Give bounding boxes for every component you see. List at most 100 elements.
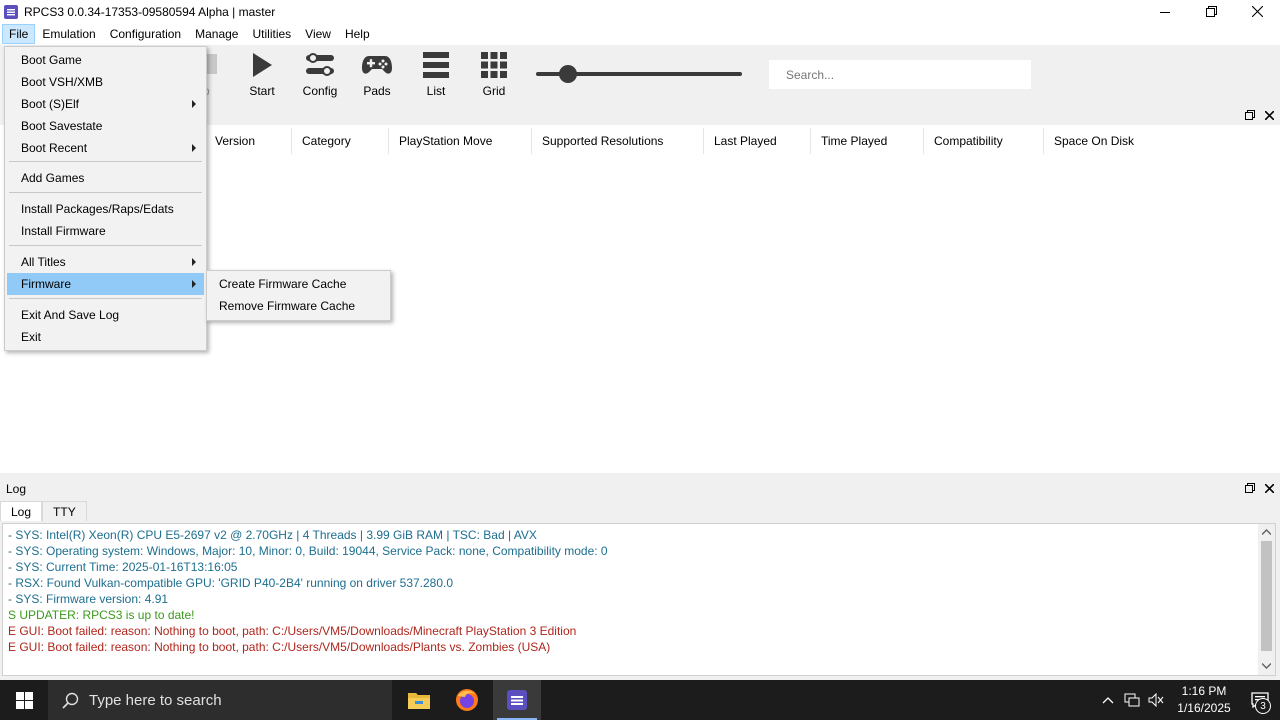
file-menu-dropdown: Boot Game Boot VSH/XMB Boot (S)Elf Boot … — [4, 46, 207, 351]
column-supported-resolutions[interactable]: Supported Resolutions — [534, 128, 704, 154]
column-version[interactable]: Version — [207, 128, 292, 154]
menu-file[interactable]: File — [2, 24, 36, 44]
stop-icon-partial — [207, 54, 217, 74]
column-playstation-move[interactable]: PlayStation Move — [391, 128, 532, 154]
menu-bar: File Emulation Configuration Manage Util… — [0, 23, 1280, 45]
rpcs3-icon — [507, 690, 527, 710]
close-icon — [1251, 6, 1263, 17]
action-center-button[interactable]: 3 — [1240, 680, 1280, 720]
game-list-dock-buttons — [1245, 105, 1274, 125]
chevron-up-icon — [1102, 697, 1114, 704]
tab-log[interactable]: Log — [0, 501, 43, 521]
menu-item-install-firmware[interactable]: Install Firmware — [7, 220, 204, 242]
config-button[interactable]: Config — [292, 49, 348, 101]
icon-size-slider[interactable] — [536, 62, 742, 86]
maximize-button[interactable] — [1188, 0, 1234, 23]
system-tray: 1:16 PM 1/16/2025 3 — [1096, 680, 1280, 720]
column-time-played[interactable]: Time Played — [813, 128, 924, 154]
menu-utilities[interactable]: Utilities — [245, 24, 298, 44]
taskbar-firefox[interactable] — [443, 680, 491, 720]
pads-button-label: Pads — [363, 84, 391, 98]
gamepad-icon — [361, 49, 393, 81]
close-dock-icon[interactable] — [1265, 110, 1274, 120]
menu-separator — [9, 245, 202, 246]
menu-item-label: Firmware — [21, 277, 71, 291]
clock-date: 1/16/2025 — [1177, 701, 1231, 715]
menu-item-install-packages[interactable]: Install Packages/Raps/Edats — [7, 198, 204, 220]
window-title: RPCS3 0.0.34-17353-09580594 Alpha | mast… — [24, 4, 276, 19]
menu-item-label: Boot Game — [21, 53, 82, 67]
menu-manage[interactable]: Manage — [188, 24, 245, 44]
minimize-icon — [1160, 11, 1170, 13]
slider-thumb[interactable] — [558, 65, 577, 83]
menu-item-label: Install Packages/Raps/Edats — [21, 202, 174, 216]
log-line: - SYS: Operating system: Windows, Major:… — [8, 544, 608, 558]
menu-help[interactable]: Help — [338, 24, 377, 44]
menu-item-label: Create Firmware Cache — [219, 277, 347, 291]
pads-button[interactable]: Pads — [349, 49, 405, 101]
tray-network-button[interactable] — [1120, 680, 1144, 720]
submenu-arrow-icon — [192, 258, 196, 266]
menu-emulation[interactable]: Emulation — [35, 24, 102, 44]
game-search-input[interactable]: Search... — [768, 59, 1032, 90]
menu-item-label: All Titles — [21, 255, 66, 269]
column-compatibility[interactable]: Compatibility — [926, 128, 1044, 154]
menu-item-boot-savestate[interactable]: Boot Savestate — [7, 115, 204, 137]
grid-view-button[interactable]: Grid — [466, 49, 522, 101]
menu-configuration[interactable]: Configuration — [103, 24, 188, 44]
list-view-button[interactable]: List — [408, 49, 464, 101]
close-window-button[interactable] — [1234, 0, 1280, 23]
notification-count-badge: 3 — [1255, 698, 1271, 714]
taskbar-clock[interactable]: 1:16 PM 1/16/2025 — [1168, 683, 1240, 717]
menu-item-all-titles[interactable]: All Titles — [7, 251, 204, 273]
float-dock-icon[interactable] — [1245, 483, 1255, 493]
taskbar-search-box[interactable]: Type here to search — [48, 680, 392, 720]
file-explorer-icon — [408, 693, 430, 709]
menu-item-create-firmware-cache[interactable]: Create Firmware Cache — [209, 273, 388, 295]
start-button-windows[interactable] — [0, 680, 48, 720]
firefox-icon — [456, 689, 478, 711]
network-icon — [1124, 693, 1140, 707]
menu-item-boot-recent[interactable]: Boot Recent — [7, 137, 204, 159]
menu-separator — [9, 298, 202, 299]
menu-view[interactable]: View — [298, 24, 338, 44]
rpcs3-window: RPCS3 0.0.34-17353-09580594 Alpha | mast… — [0, 0, 1280, 720]
menu-item-boot-self[interactable]: Boot (S)Elf — [7, 93, 204, 115]
float-dock-icon[interactable] — [1245, 110, 1255, 120]
log-dock-buttons — [1245, 478, 1274, 498]
scrollbar-thumb[interactable] — [1261, 541, 1272, 651]
menu-item-exit[interactable]: Exit — [7, 326, 204, 348]
scroll-up-icon[interactable] — [1261, 526, 1272, 538]
minimize-button[interactable] — [1142, 0, 1188, 23]
scroll-down-icon[interactable] — [1261, 660, 1272, 672]
maximize-icon — [1205, 6, 1217, 17]
log-output[interactable]: - SYS: Intel(R) Xeon(R) CPU E5-2697 v2 @… — [2, 523, 1276, 676]
tray-volume-button[interactable] — [1144, 680, 1168, 720]
start-button[interactable]: Start — [234, 49, 290, 101]
column-space-on-disk[interactable]: Space On Disk — [1046, 128, 1280, 154]
column-last-played[interactable]: Last Played — [706, 128, 811, 154]
column-category[interactable]: Category — [294, 128, 389, 154]
window-controls — [1142, 0, 1280, 23]
taskbar-file-explorer[interactable] — [395, 680, 443, 720]
menu-item-exit-and-save-log[interactable]: Exit And Save Log — [7, 304, 204, 326]
tray-overflow-button[interactable] — [1096, 680, 1120, 720]
submenu-arrow-icon — [192, 144, 196, 152]
menu-item-label: Boot Recent — [21, 141, 88, 155]
log-lines: - SYS: Intel(R) Xeon(R) CPU E5-2697 v2 @… — [8, 527, 1256, 655]
menu-item-label: Add Games — [21, 171, 85, 185]
menu-item-firmware[interactable]: Firmware — [7, 273, 204, 295]
log-line: - SYS: Intel(R) Xeon(R) CPU E5-2697 v2 @… — [8, 528, 537, 542]
volume-muted-icon — [1148, 693, 1164, 707]
rpcs3-app-icon — [4, 4, 18, 19]
menu-item-label: Boot (S)Elf — [21, 97, 80, 111]
menu-item-remove-firmware-cache[interactable]: Remove Firmware Cache — [209, 295, 388, 317]
tab-tty[interactable]: TTY — [42, 501, 87, 521]
list-button-label: List — [426, 84, 446, 98]
close-dock-icon[interactable] — [1265, 483, 1274, 493]
log-scrollbar[interactable] — [1258, 524, 1275, 675]
menu-item-add-games[interactable]: Add Games — [7, 167, 204, 189]
menu-item-boot-game[interactable]: Boot Game — [7, 49, 204, 71]
taskbar-rpcs3[interactable] — [493, 680, 541, 720]
menu-item-boot-vsh-xmb[interactable]: Boot VSH/XMB — [7, 71, 204, 93]
